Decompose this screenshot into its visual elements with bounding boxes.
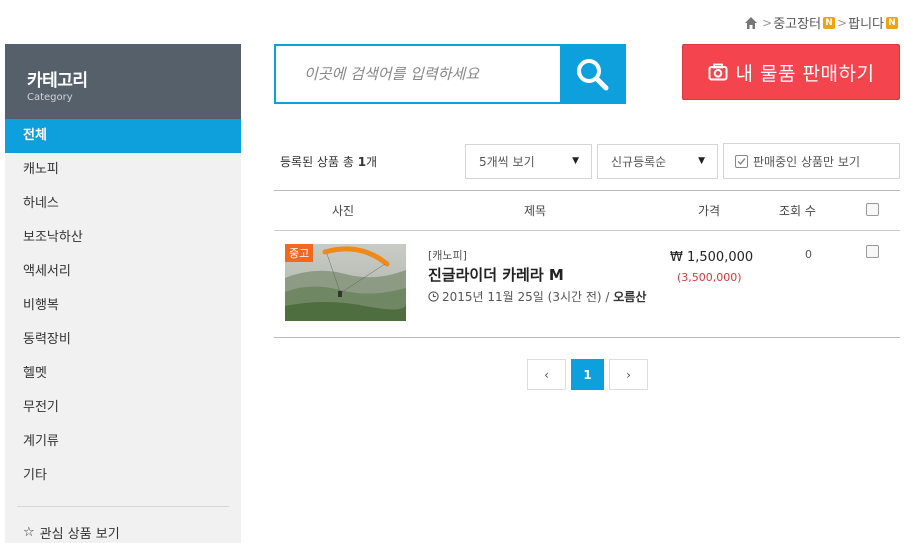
sell-item-button[interactable]: 내 물품 판매하기	[682, 44, 900, 100]
next-page-button[interactable]: ›	[609, 359, 648, 390]
header-price: 가격	[698, 204, 721, 218]
prev-page-button[interactable]: ‹	[527, 359, 566, 390]
sidebar-item-helmet[interactable]: 헬멧	[5, 357, 241, 391]
search-input[interactable]	[276, 46, 560, 102]
used-badge: 중고	[285, 244, 314, 262]
per-page-select[interactable]: 5개씩 보기 ▼	[465, 144, 592, 179]
product-photo[interactable]: 중고	[285, 244, 406, 321]
sidebar-item-all[interactable]: 전체	[5, 119, 241, 153]
sidebar-header: 카테고리 Category	[5, 44, 241, 119]
sidebar-item-radio[interactable]: 무전기	[5, 391, 241, 425]
count-suffix: 개	[366, 155, 378, 169]
category-list: 전체 캐노피 하네스 보조낙하산 액세서리 비행복 동력장비 헬멧 무전기 계기…	[5, 119, 241, 493]
per-page-value: 5개씩 보기	[479, 155, 535, 169]
search-bar	[274, 44, 626, 104]
new-badge-icon: N	[823, 16, 836, 29]
dropdown-arrow-icon: ▼	[698, 156, 705, 166]
table-header: 사진 제목 가격 조회 수	[274, 190, 900, 231]
breadcrumb-separator: >	[762, 15, 773, 30]
sell-button-label: 내 물품 판매하기	[735, 62, 875, 85]
sidebar-item-flight-suit[interactable]: 비행복	[5, 289, 241, 323]
sidebar-item-etc[interactable]: 기타	[5, 459, 241, 493]
checkbox-icon	[735, 154, 748, 168]
page-button-current[interactable]: 1	[571, 359, 604, 390]
product-table: 사진 제목 가격 조회 수 중고 [캐노피] 진글라이더 카레라 M 2015년…	[274, 190, 900, 338]
item-count: 등록된 상품 총 1개	[280, 153, 377, 170]
select-all-checkbox[interactable]	[866, 203, 879, 216]
sidebar-divider	[17, 506, 229, 507]
product-views: 0	[805, 248, 812, 261]
product-date: 2015년 11월 25일 (3시간 전) /	[442, 290, 614, 304]
favorites-label: 관심 상품 보기	[39, 527, 120, 542]
sidebar-item-instruments[interactable]: 계기류	[5, 425, 241, 459]
sidebar-item-canopy[interactable]: 캐노피	[5, 153, 241, 187]
breadcrumb-separator: >	[837, 15, 848, 30]
sidebar-item-power-equipment[interactable]: 동력장비	[5, 323, 241, 357]
on-sale-filter-label: 판매중인 상품만 보기	[753, 154, 860, 169]
camera-icon	[708, 63, 728, 81]
row-checkbox[interactable]	[866, 245, 879, 258]
product-meta: 2015년 11월 25일 (3시간 전) / 오름산	[428, 288, 656, 306]
product-title[interactable]: 진글라이더 카레라 M	[428, 264, 564, 285]
star-icon: ☆	[23, 525, 35, 540]
breadcrumb-item-used-market[interactable]: 중고장터	[773, 13, 821, 32]
on-sale-filter-toggle[interactable]: 판매중인 상품만 보기	[723, 143, 900, 179]
sidebar-subtitle: Category	[27, 92, 73, 103]
product-author[interactable]: 오름산	[613, 290, 646, 304]
sidebar-item-harness[interactable]: 하네스	[5, 187, 241, 221]
search-button[interactable]	[560, 46, 624, 102]
product-category: [캐노피]	[428, 249, 467, 262]
new-badge-icon: N	[886, 16, 898, 29]
search-icon	[577, 59, 609, 91]
product-original-price: (3,500,000)	[677, 271, 742, 284]
sidebar-title: 카테고리	[27, 71, 88, 91]
product-price: ₩ 1,500,000	[670, 250, 754, 265]
breadcrumb: > 중고장터 N > 팝니다 N	[744, 13, 898, 32]
header-title: 제목	[524, 204, 547, 218]
sort-value: 신규등록순	[611, 155, 667, 169]
dropdown-arrow-icon: ▼	[572, 156, 579, 166]
pagination: ‹ 1 ›	[527, 359, 653, 390]
header-photo: 사진	[332, 204, 355, 218]
table-row[interactable]: 중고 [캐노피] 진글라이더 카레라 M 2015년 11월 25일 (3시간 …	[274, 231, 900, 338]
clock-icon	[428, 291, 439, 302]
favorites-link[interactable]: ☆ 관심 상품 보기	[5, 523, 241, 542]
sidebar-item-reserve-parachute[interactable]: 보조낙하산	[5, 221, 241, 255]
breadcrumb-item-sell[interactable]: 팝니다	[848, 13, 884, 32]
home-icon[interactable]	[744, 16, 758, 30]
header-views: 조회 수	[779, 204, 816, 218]
sidebar-item-accessories[interactable]: 액세서리	[5, 255, 241, 289]
count-prefix: 등록된 상품 총	[280, 155, 358, 169]
sort-select[interactable]: 신규등록순 ▼	[597, 144, 718, 179]
category-sidebar: 카테고리 Category 전체 캐노피 하네스 보조낙하산 액세서리 비행복 …	[5, 44, 241, 543]
count-value: 1	[357, 155, 367, 169]
